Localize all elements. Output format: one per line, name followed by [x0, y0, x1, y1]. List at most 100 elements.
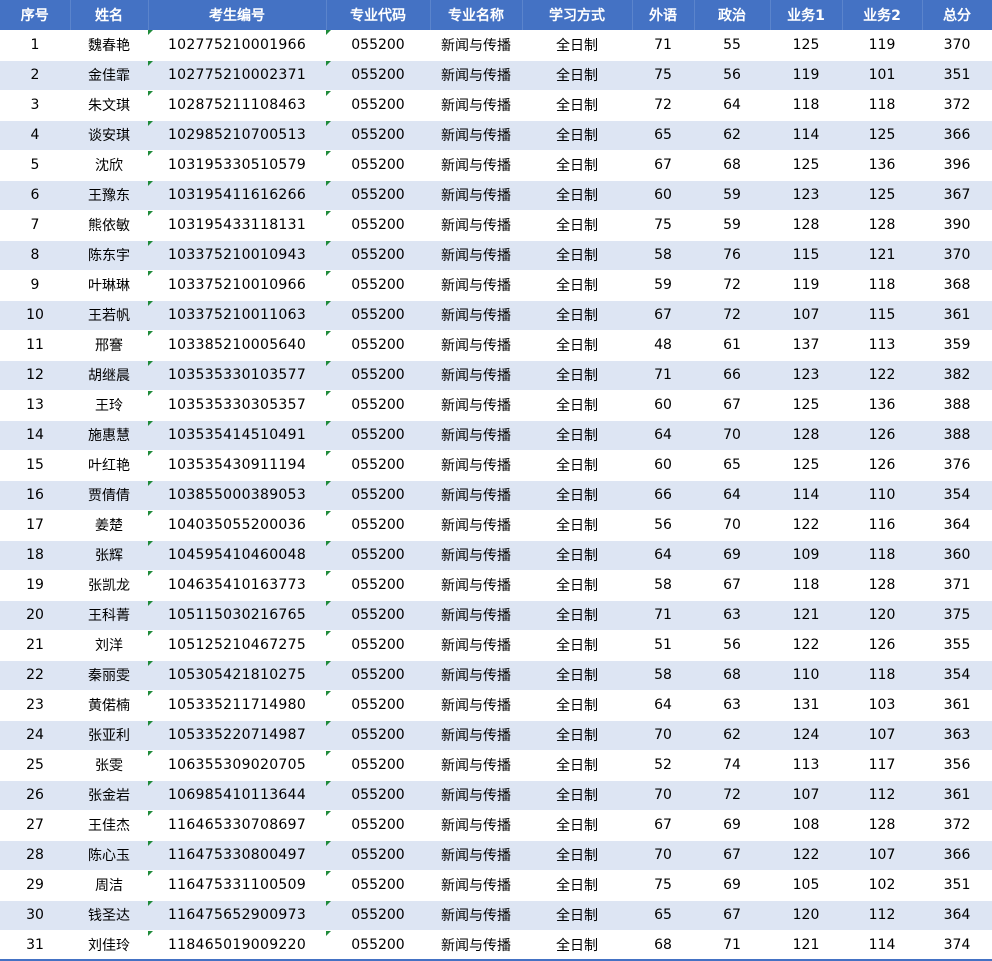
- major-code-cell[interactable]: 055200: [326, 240, 430, 271]
- subject1-cell[interactable]: 119: [770, 270, 842, 301]
- subject1-cell[interactable]: 125: [770, 150, 842, 181]
- major-code-cell[interactable]: 055200: [326, 720, 430, 751]
- name-cell[interactable]: 王玲: [70, 390, 148, 421]
- seq-cell[interactable]: 4: [0, 120, 70, 151]
- exam-id-cell[interactable]: 102875211108463: [148, 90, 326, 121]
- study-mode-cell[interactable]: 全日制: [522, 630, 632, 661]
- name-cell[interactable]: 胡继晨: [70, 360, 148, 391]
- subject1-cell[interactable]: 105: [770, 870, 842, 901]
- major-code-cell[interactable]: 055200: [326, 600, 430, 631]
- total-cell[interactable]: 354: [922, 480, 992, 511]
- study-mode-cell[interactable]: 全日制: [522, 780, 632, 811]
- total-cell[interactable]: 351: [922, 60, 992, 91]
- seq-cell[interactable]: 2: [0, 60, 70, 91]
- study-mode-cell[interactable]: 全日制: [522, 240, 632, 271]
- total-cell[interactable]: 355: [922, 630, 992, 661]
- politics-cell[interactable]: 68: [694, 150, 770, 181]
- study-mode-cell[interactable]: 全日制: [522, 930, 632, 961]
- subject2-cell[interactable]: 126: [842, 420, 922, 451]
- study-mode-cell[interactable]: 全日制: [522, 690, 632, 721]
- politics-cell[interactable]: 70: [694, 510, 770, 541]
- major-code-cell[interactable]: 055200: [326, 330, 430, 361]
- exam-id-cell[interactable]: 103535330103577: [148, 360, 326, 391]
- major-name-cell[interactable]: 新闻与传播: [430, 90, 522, 121]
- foreign-language-cell[interactable]: 51: [632, 630, 694, 661]
- major-name-cell[interactable]: 新闻与传播: [430, 930, 522, 961]
- exam-id-cell[interactable]: 103195411616266: [148, 180, 326, 211]
- study-mode-cell[interactable]: 全日制: [522, 540, 632, 571]
- seq-cell[interactable]: 13: [0, 390, 70, 421]
- major-name-cell[interactable]: 新闻与传播: [430, 510, 522, 541]
- subject1-cell[interactable]: 110: [770, 660, 842, 691]
- name-cell[interactable]: 张雯: [70, 750, 148, 781]
- study-mode-cell[interactable]: 全日制: [522, 390, 632, 421]
- subject1-cell[interactable]: 115: [770, 240, 842, 271]
- politics-cell[interactable]: 68: [694, 660, 770, 691]
- foreign-language-cell[interactable]: 58: [632, 570, 694, 601]
- seq-cell[interactable]: 12: [0, 360, 70, 391]
- study-mode-cell[interactable]: 全日制: [522, 900, 632, 931]
- major-code-cell[interactable]: 055200: [326, 930, 430, 961]
- name-cell[interactable]: 沈欣: [70, 150, 148, 181]
- major-name-cell[interactable]: 新闻与传播: [430, 60, 522, 91]
- major-name-cell[interactable]: 新闻与传播: [430, 330, 522, 361]
- subject2-cell[interactable]: 103: [842, 690, 922, 721]
- subject2-cell[interactable]: 128: [842, 570, 922, 601]
- major-name-cell[interactable]: 新闻与传播: [430, 840, 522, 871]
- major-name-cell[interactable]: 新闻与传播: [430, 450, 522, 481]
- total-cell[interactable]: 390: [922, 210, 992, 241]
- politics-cell[interactable]: 63: [694, 600, 770, 631]
- total-cell[interactable]: 360: [922, 540, 992, 571]
- study-mode-cell[interactable]: 全日制: [522, 600, 632, 631]
- seq-cell[interactable]: 3: [0, 90, 70, 121]
- study-mode-cell[interactable]: 全日制: [522, 90, 632, 121]
- politics-cell[interactable]: 56: [694, 630, 770, 661]
- major-name-cell[interactable]: 新闻与传播: [430, 690, 522, 721]
- seq-cell[interactable]: 21: [0, 630, 70, 661]
- col-header-subject2[interactable]: 业务2: [842, 0, 923, 30]
- foreign-language-cell[interactable]: 65: [632, 120, 694, 151]
- major-code-cell[interactable]: 055200: [326, 690, 430, 721]
- politics-cell[interactable]: 67: [694, 840, 770, 871]
- subject1-cell[interactable]: 123: [770, 360, 842, 391]
- name-cell[interactable]: 张凯龙: [70, 570, 148, 601]
- politics-cell[interactable]: 72: [694, 270, 770, 301]
- foreign-language-cell[interactable]: 59: [632, 270, 694, 301]
- politics-cell[interactable]: 71: [694, 930, 770, 961]
- exam-id-cell[interactable]: 116475330800497: [148, 840, 326, 871]
- major-name-cell[interactable]: 新闻与传播: [430, 540, 522, 571]
- exam-id-cell[interactable]: 103535330305357: [148, 390, 326, 421]
- name-cell[interactable]: 钱圣达: [70, 900, 148, 931]
- politics-cell[interactable]: 59: [694, 180, 770, 211]
- subject1-cell[interactable]: 113: [770, 750, 842, 781]
- subject2-cell[interactable]: 118: [842, 270, 922, 301]
- subject2-cell[interactable]: 107: [842, 840, 922, 871]
- study-mode-cell[interactable]: 全日制: [522, 660, 632, 691]
- major-name-cell[interactable]: 新闻与传播: [430, 390, 522, 421]
- subject2-cell[interactable]: 125: [842, 120, 922, 151]
- total-cell[interactable]: 367: [922, 180, 992, 211]
- study-mode-cell[interactable]: 全日制: [522, 30, 632, 61]
- total-cell[interactable]: 366: [922, 120, 992, 151]
- major-code-cell[interactable]: 055200: [326, 870, 430, 901]
- study-mode-cell[interactable]: 全日制: [522, 870, 632, 901]
- major-name-cell[interactable]: 新闻与传播: [430, 900, 522, 931]
- name-cell[interactable]: 魏春艳: [70, 30, 148, 61]
- name-cell[interactable]: 王若帆: [70, 300, 148, 331]
- foreign-language-cell[interactable]: 75: [632, 210, 694, 241]
- exam-id-cell[interactable]: 116465330708697: [148, 810, 326, 841]
- exam-id-cell[interactable]: 104595410460048: [148, 540, 326, 571]
- foreign-language-cell[interactable]: 70: [632, 780, 694, 811]
- study-mode-cell[interactable]: 全日制: [522, 150, 632, 181]
- subject1-cell[interactable]: 121: [770, 600, 842, 631]
- study-mode-cell[interactable]: 全日制: [522, 570, 632, 601]
- major-code-cell[interactable]: 055200: [326, 270, 430, 301]
- exam-id-cell[interactable]: 116475331100509: [148, 870, 326, 901]
- major-code-cell[interactable]: 055200: [326, 900, 430, 931]
- name-cell[interactable]: 秦丽雯: [70, 660, 148, 691]
- major-code-cell[interactable]: 055200: [326, 510, 430, 541]
- name-cell[interactable]: 陈心玉: [70, 840, 148, 871]
- exam-id-cell[interactable]: 105115030216765: [148, 600, 326, 631]
- seq-cell[interactable]: 17: [0, 510, 70, 541]
- name-cell[interactable]: 张金岩: [70, 780, 148, 811]
